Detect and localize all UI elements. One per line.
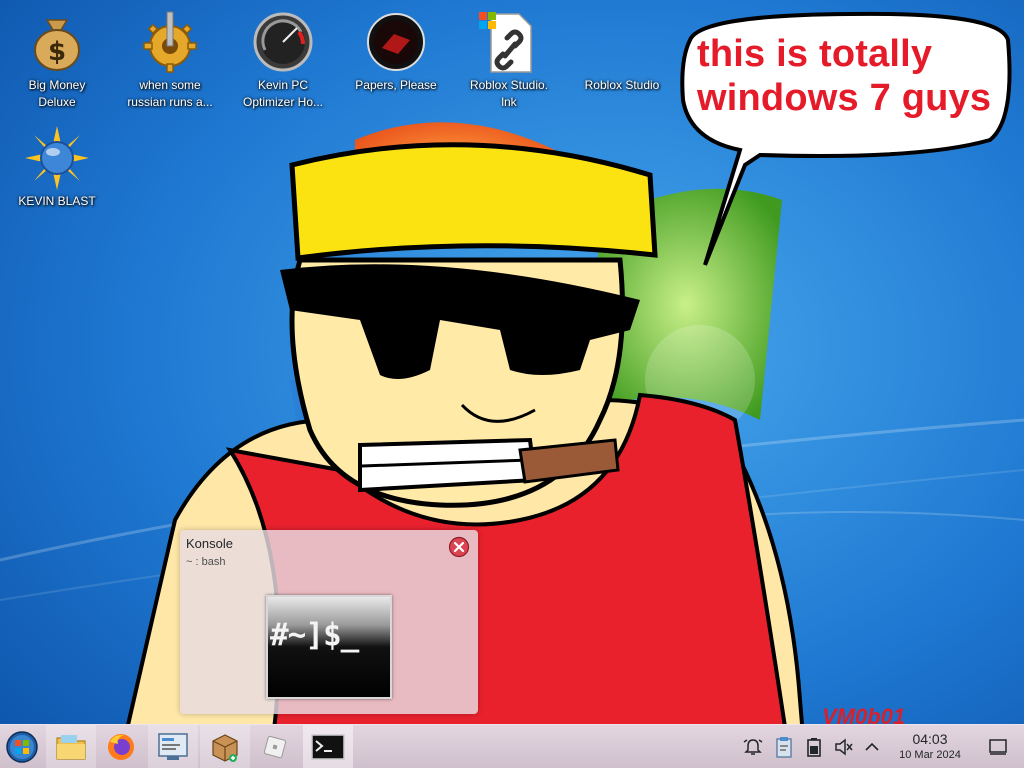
tray-clipboard[interactable] xyxy=(773,736,795,758)
preview-thumbnail[interactable]: #~]$_ xyxy=(266,595,392,699)
desktop-icon-papers-please[interactable]: Papers, Please xyxy=(340,10,452,94)
tray-expander[interactable] xyxy=(861,736,883,758)
clock-date[interactable]: 10 Mar 2024 xyxy=(888,749,972,761)
firefox-icon xyxy=(108,734,134,760)
battery-icon xyxy=(807,738,821,757)
preview-window-title: Konsole xyxy=(186,536,233,551)
preview-thumbnail-prompt: #~]$_ xyxy=(270,617,359,653)
system-settings-icon xyxy=(158,733,188,760)
desktop-icon-label: Roblox Studio. lnk xyxy=(469,78,549,109)
desktop-icon-label: Papers, Please xyxy=(355,78,437,92)
clipboard-icon xyxy=(776,737,792,758)
desktop-icon-label: KEVIN BLAST xyxy=(18,194,96,208)
taskbar-file-manager[interactable] xyxy=(46,725,96,768)
desktop-icon-roblox-lnk[interactable]: Roblox Studio. lnk xyxy=(453,10,565,111)
desktop-icon-russian[interactable]: when some russian runs a... xyxy=(114,10,226,111)
file-manager-icon xyxy=(56,735,86,760)
desktop-icon-label: when some russian runs a... xyxy=(127,78,213,109)
tray-notifications[interactable] xyxy=(742,736,764,758)
desktop-icon-kevin-blast[interactable]: KEVIN BLAST xyxy=(1,126,113,210)
konsole-task-preview[interactable]: Konsole ~ : bash #~]$_ xyxy=(180,530,478,714)
desktop-icon-label: Big Money Deluxe xyxy=(28,78,86,109)
roblox-icon xyxy=(263,735,287,759)
desktop-icon-roblox-studio[interactable]: Roblox Studio xyxy=(566,10,678,94)
shortcut-link-icon xyxy=(479,12,532,73)
notifications-icon xyxy=(743,739,763,755)
desktop-icon-label: Roblox Studio xyxy=(584,78,660,92)
show-desktop-icon xyxy=(989,739,1007,755)
desktop-icon-big-money[interactable]: $ Big Money Deluxe xyxy=(1,10,113,111)
gear-icon xyxy=(143,11,197,73)
taskbar-firefox[interactable] xyxy=(96,725,146,768)
package-installer-icon xyxy=(212,734,238,762)
desktop-icon-label: Kevin PC Optimizer Ho... xyxy=(242,78,323,109)
svg-text:$: $ xyxy=(48,37,66,67)
taskbar-package-installer[interactable] xyxy=(200,725,250,768)
speech-bubble-text: this is totally windows 7 guys xyxy=(697,33,992,119)
expand-tray-icon xyxy=(865,742,879,751)
volume-muted-icon xyxy=(835,738,853,756)
taskbar: 04:03 10 Mar 2024 xyxy=(0,724,1024,768)
tray-battery[interactable] xyxy=(803,736,825,758)
clock-time[interactable]: 04:03 xyxy=(892,731,968,747)
papers-please-icon xyxy=(367,13,425,71)
desktop-icon-kevin-optimizer[interactable]: Kevin PC Optimizer Ho... xyxy=(227,10,339,111)
tray-volume[interactable] xyxy=(833,736,855,758)
taskbar-roblox[interactable] xyxy=(250,725,300,768)
taskbar-konsole[interactable] xyxy=(303,725,353,768)
sun-globe-icon xyxy=(25,126,89,190)
close-icon[interactable] xyxy=(448,536,470,558)
start-button[interactable] xyxy=(0,725,44,768)
preview-window-subtitle: ~ : bash xyxy=(186,556,226,568)
speedometer-icon xyxy=(253,12,313,72)
show-desktop-button[interactable] xyxy=(987,736,1009,758)
start-orb-icon xyxy=(6,731,38,763)
money-bag-icon: $ xyxy=(34,19,80,71)
taskbar-system-settings[interactable] xyxy=(148,725,198,768)
konsole-icon xyxy=(311,734,345,760)
roblox-studio-icon xyxy=(590,10,654,74)
